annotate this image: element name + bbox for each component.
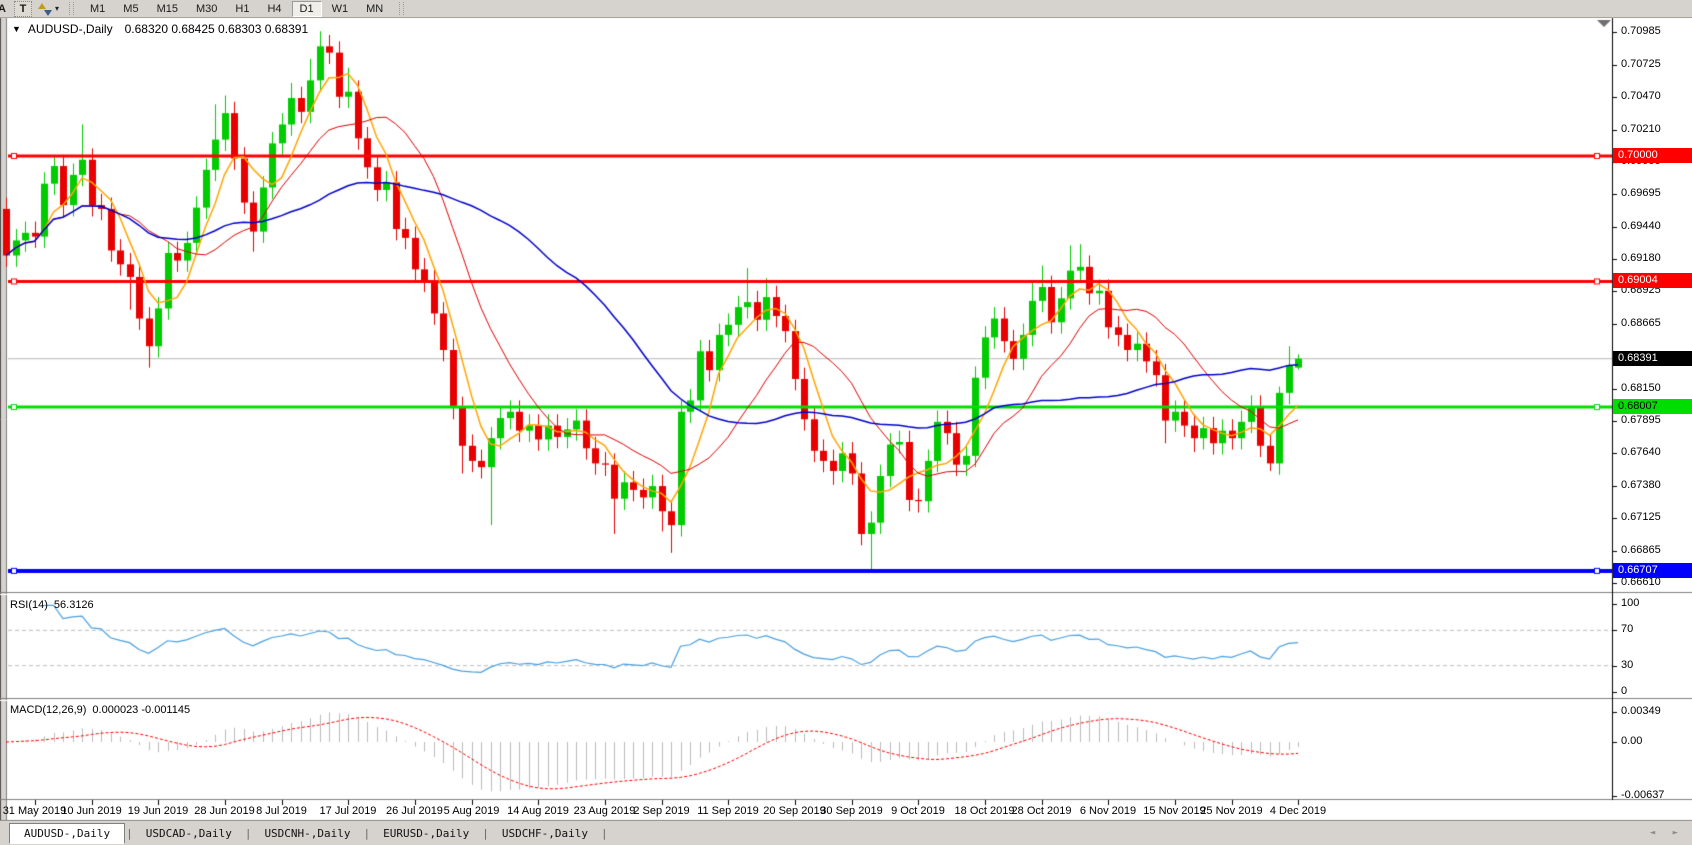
toolbar-separator: [69, 2, 74, 15]
symbol-label: AUDUSD-,Daily: [28, 22, 113, 36]
timeframe-button-m1[interactable]: M1: [82, 1, 113, 17]
tab-divider: |: [600, 827, 609, 840]
timeframe-button-w1[interactable]: W1: [324, 1, 357, 17]
timeframe-button-h1[interactable]: H1: [227, 1, 257, 17]
timeframe-button-m30[interactable]: M30: [188, 1, 225, 17]
ohlc-readout: 0.68320 0.68425 0.68303 0.68391: [125, 22, 309, 36]
chart-tab-usdchf[interactable]: USDCHF-,Daily: [490, 824, 600, 843]
sort-arrows-icon: [38, 3, 50, 15]
rsi-name: RSI(14): [10, 599, 48, 611]
tab-divider: |: [125, 827, 134, 840]
chart-title: ▼ AUDUSD-,Daily 0.68320 0.68425 0.68303 …: [12, 22, 308, 36]
rsi-label: RSI(14) 56.3126: [10, 599, 94, 611]
tab-scroll-left-icon[interactable]: ◄: [1650, 828, 1661, 838]
text-tool-icon[interactable]: A: [0, 2, 10, 16]
dropdown-caret-icon[interactable]: ▾: [55, 4, 59, 13]
macd-label: MACD(12,26,9) 0.000023 -0.001145: [10, 704, 190, 716]
timeframe-button-h4[interactable]: H4: [259, 1, 289, 17]
toolbar: A T ▾ M1M5M15M30H1H4D1W1MN: [0, 0, 1692, 18]
tab-divider: |: [481, 827, 490, 840]
style-arrows-icon[interactable]: [36, 2, 52, 16]
timeframe-button-mn[interactable]: MN: [358, 1, 391, 17]
chart-tab-eurusd[interactable]: EURUSD-,Daily: [371, 824, 481, 843]
chart-tab-usdcad[interactable]: USDCAD-,Daily: [134, 824, 244, 843]
chart-tab-usdcnh[interactable]: USDCNH-,Daily: [252, 824, 362, 843]
timeframe-button-d1[interactable]: D1: [292, 1, 322, 17]
symbol-dropdown-icon[interactable]: ▼: [12, 24, 21, 34]
tab-divider: |: [244, 827, 253, 840]
timeframe-button-m5[interactable]: M5: [115, 1, 146, 17]
tab-scroll-right-icon[interactable]: ►: [1673, 828, 1684, 838]
tab-divider: |: [363, 827, 372, 840]
toolbar-separator: [399, 2, 404, 15]
macd-name: MACD(12,26,9): [10, 704, 86, 716]
macd-values: 0.000023 -0.001145: [92, 704, 190, 716]
timeframe-button-m15[interactable]: M15: [149, 1, 186, 17]
price-chart-canvas[interactable]: [0, 0, 1692, 845]
rsi-value: 56.3126: [54, 599, 94, 611]
chart-tab-audusd[interactable]: AUDUSD-,Daily: [9, 823, 125, 844]
chart-tabbar: AUDUSD-,Daily|USDCAD-,Daily|USDCNH-,Dail…: [0, 821, 1692, 845]
text-label-tool-icon[interactable]: T: [14, 1, 32, 17]
mt4-terminal-window: A T ▾ M1M5M15M30H1H4D1W1MN ▼ AUDUSD-,Dai…: [0, 0, 1692, 845]
